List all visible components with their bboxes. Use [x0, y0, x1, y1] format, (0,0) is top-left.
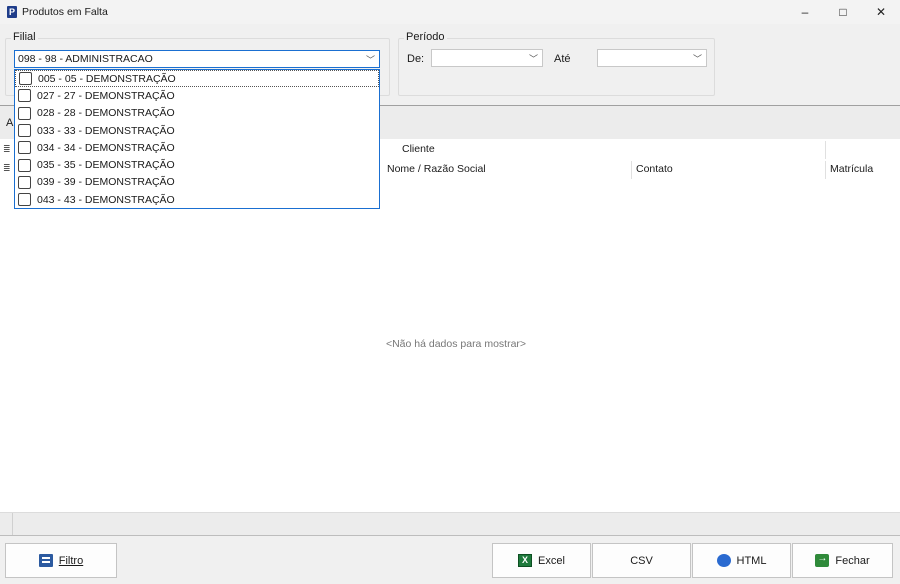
option-label: 035 - 35 - DEMONSTRAÇÃO [37, 159, 175, 172]
fechar-button[interactable]: Fechar [792, 543, 893, 578]
option-label: 028 - 28 - DEMONSTRAÇÃO [37, 107, 175, 120]
column-header-contato[interactable]: Contato [633, 161, 826, 179]
periodo-from-date[interactable]: ﹀ [431, 49, 543, 67]
periodo-group: Período [398, 31, 715, 96]
option-label: 043 - 43 - DEMONSTRAÇÃO [37, 193, 175, 206]
list-item[interactable]: 028 - 28 - DEMONSTRAÇÃO [15, 105, 379, 122]
band-indicator-icon[interactable]: ≣ [3, 144, 11, 155]
checkbox[interactable] [18, 141, 31, 155]
column-header-nome[interactable]: Nome / Razão Social [384, 161, 632, 179]
filial-dropdown-list[interactable]: 005 - 05 - DEMONSTRAÇÃO 027 - 27 - DEMON… [14, 69, 380, 209]
checkbox[interactable] [18, 89, 31, 103]
fechar-label: Fechar [835, 554, 870, 567]
list-item[interactable]: 039 - 39 - DEMONSTRAÇÃO [15, 174, 379, 191]
group-panel-text: A [6, 117, 14, 129]
filter-icon [38, 554, 53, 567]
exit-icon [815, 553, 830, 567]
html-button[interactable]: HTML [692, 543, 791, 578]
checkbox[interactable] [18, 106, 31, 120]
chevron-down-icon[interactable]: ﹀ [529, 52, 538, 65]
excel-button[interactable]: Excel [492, 543, 591, 578]
column-header-matricula[interactable]: Matrícula [827, 161, 900, 179]
periodo-label: Período [404, 31, 447, 43]
filtro-button[interactable]: Filtro [5, 543, 117, 578]
periodo-from-label: De: [407, 53, 425, 65]
html-label: HTML [736, 554, 767, 567]
list-item[interactable]: 005 - 05 - DEMONSTRAÇÃO [15, 70, 379, 88]
option-label: 033 - 33 - DEMONSTRAÇÃO [37, 124, 175, 137]
list-item[interactable]: 033 - 33 - DEMONSTRAÇÃO [15, 122, 379, 139]
minimize-button[interactable]: – [786, 0, 824, 24]
periodo-to-date[interactable]: ﹀ [597, 49, 707, 67]
checkbox[interactable] [18, 175, 31, 189]
checkbox[interactable] [19, 72, 32, 86]
window-title: Produtos em Falta [22, 6, 108, 18]
option-label: 039 - 39 - DEMONSTRAÇÃO [37, 176, 175, 189]
csv-button[interactable]: CSV [592, 543, 691, 578]
grid-footer [0, 512, 900, 536]
app-icon: P [7, 6, 17, 18]
periodo-to-label: Até [554, 53, 571, 65]
column-indicator-icon[interactable]: ≣ [3, 163, 11, 174]
option-label: 034 - 34 - DEMONSTRAÇÃO [37, 141, 175, 154]
title-bar: P Produtos em Falta – □ ✕ [0, 0, 900, 24]
csv-label: CSV [630, 554, 653, 567]
list-item[interactable]: 043 - 43 - DEMONSTRAÇÃO [15, 191, 379, 208]
filtro-label: Filtro [58, 554, 84, 567]
checkbox[interactable] [18, 158, 31, 172]
bottom-toolbar: Filtro Excel CSV HTML Fechar [0, 535, 900, 584]
band-cliente[interactable]: Cliente [384, 141, 826, 159]
maximize-button[interactable]: □ [824, 0, 862, 24]
excel-label: Excel [538, 554, 565, 567]
empty-grid-message: <Não há dados para mostrar> [385, 338, 527, 350]
close-window-button[interactable]: ✕ [862, 0, 900, 24]
chevron-down-icon[interactable]: ﹀ [366, 53, 375, 66]
excel-icon [518, 554, 533, 567]
filial-label: Filial [11, 31, 38, 43]
html-icon [716, 554, 731, 567]
list-item[interactable]: 035 - 35 - DEMONSTRAÇÃO [15, 156, 379, 173]
filial-selected-value: 098 - 98 - ADMINISTRACAO [18, 53, 153, 65]
checkbox[interactable] [18, 193, 31, 207]
filial-combo[interactable]: 098 - 98 - ADMINISTRACAO ﹀ [14, 50, 380, 68]
list-item[interactable]: 027 - 27 - DEMONSTRAÇÃO [15, 87, 379, 104]
checkbox[interactable] [18, 124, 31, 138]
chevron-down-icon[interactable]: ﹀ [693, 52, 702, 65]
option-label: 005 - 05 - DEMONSTRAÇÃO [38, 72, 176, 85]
option-label: 027 - 27 - DEMONSTRAÇÃO [37, 89, 175, 102]
footer-indicator-cell [0, 513, 13, 536]
list-item[interactable]: 034 - 34 - DEMONSTRAÇÃO [15, 139, 379, 156]
